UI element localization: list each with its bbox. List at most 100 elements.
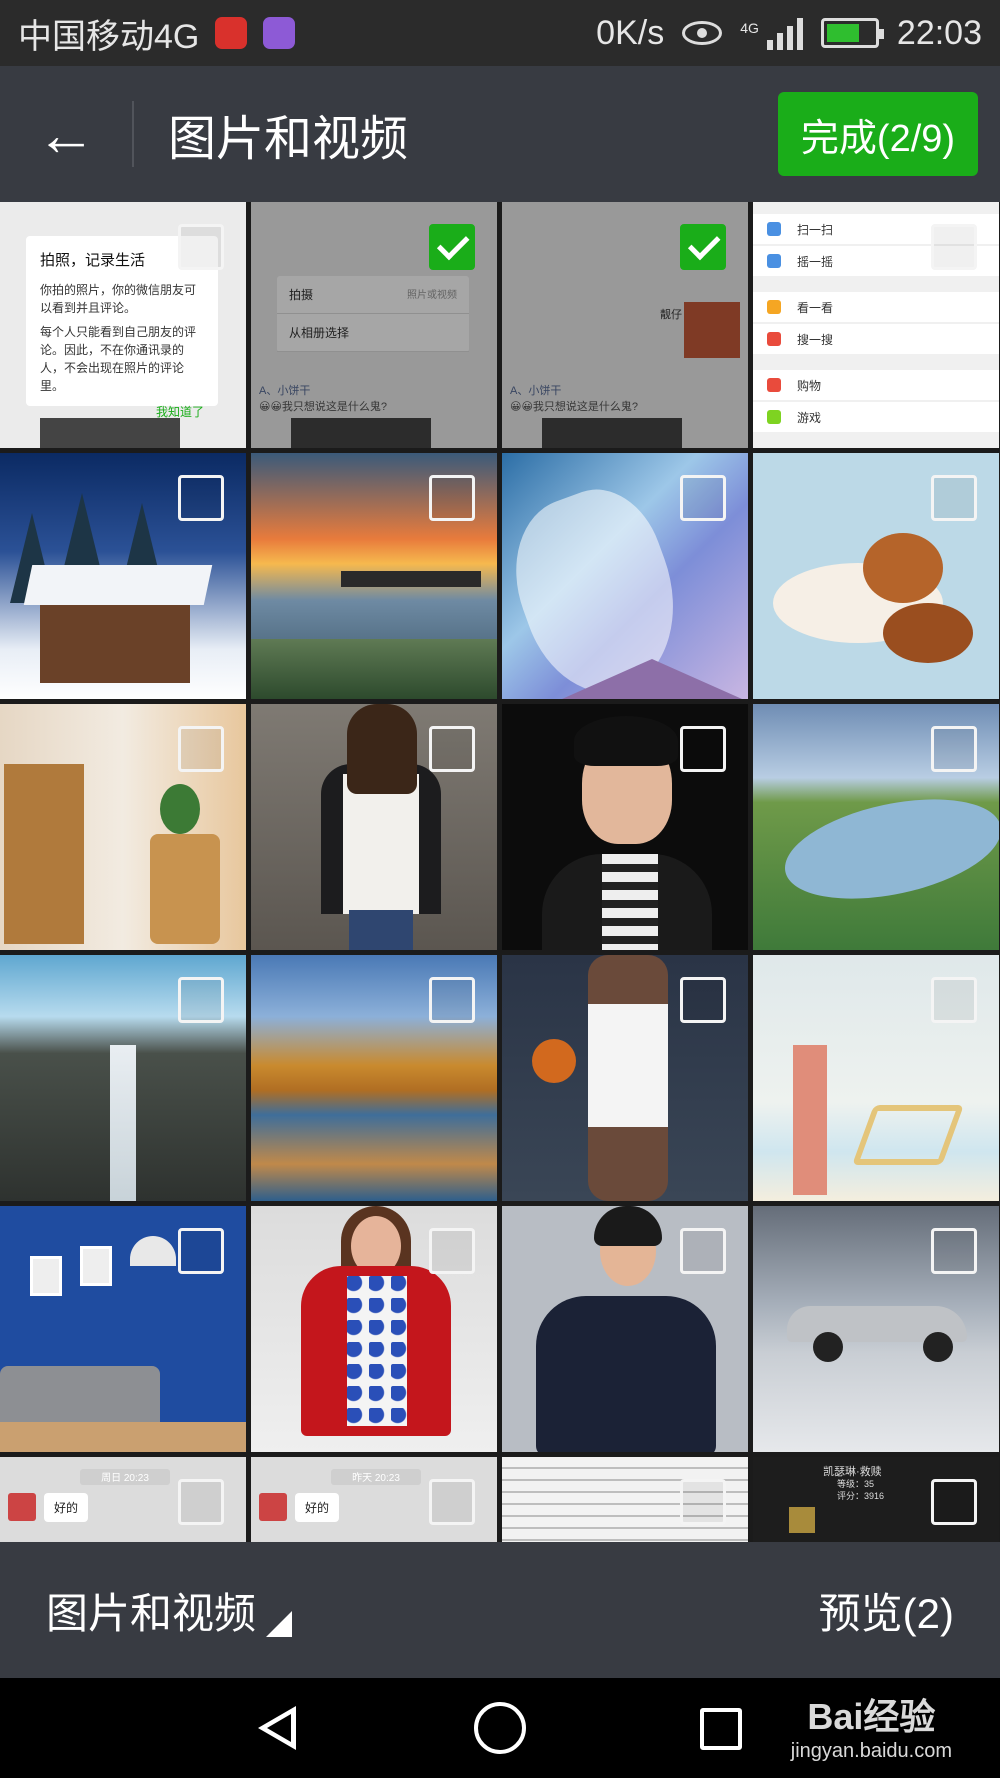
- photo-tile[interactable]: [251, 704, 497, 950]
- photo-tile[interactable]: [0, 453, 246, 699]
- photo-tile[interactable]: [502, 704, 748, 950]
- rocks: [251, 639, 497, 699]
- select-checkbox[interactable]: [931, 224, 977, 270]
- river: [776, 782, 999, 916]
- preview-button[interactable]: 预览(2): [819, 1580, 954, 1641]
- photo-tile[interactable]: 凯瑟琳·救赎 等级：35 评分：3916: [753, 1457, 999, 1542]
- floor: [0, 1422, 246, 1452]
- comment: A、小饼干 😀😀我只想说这是什么鬼?: [510, 382, 740, 414]
- striped-shirt: [602, 854, 658, 950]
- select-checkbox[interactable]: [680, 475, 726, 521]
- tip-text: 你拍的照片，你的微信朋友可以看到并且评论。: [40, 282, 197, 315]
- photo-tile[interactable]: [251, 1206, 497, 1452]
- select-checkbox[interactable]: [931, 1479, 977, 1525]
- nav-recents-icon[interactable]: [700, 1708, 742, 1750]
- wheel: [923, 1332, 953, 1362]
- menu-item: 看一看: [753, 292, 999, 322]
- sheet-hint: 照片或视频: [407, 290, 457, 301]
- select-checkbox[interactable]: [429, 1479, 475, 1525]
- avatar: [259, 1493, 287, 1521]
- select-checkbox[interactable]: [680, 1228, 726, 1274]
- avatar: [8, 1493, 36, 1521]
- photo-tile[interactable]: [502, 955, 748, 1201]
- album-selector[interactable]: 图片和视频: [46, 1580, 293, 1641]
- photo-tile[interactable]: [753, 1206, 999, 1452]
- jeans: [349, 910, 413, 950]
- dropdown-triangle-icon: [266, 1610, 293, 1637]
- select-checkbox[interactable]: [931, 726, 977, 772]
- cabin-roof: [23, 565, 213, 605]
- netease-music-icon: [215, 17, 248, 49]
- thumb-strip: [40, 418, 180, 448]
- album-label: 图片和视频: [46, 1589, 257, 1637]
- tip-text: 每个人只能看到自己朋友的评论。因此，不在你通讯录的人，不会出现在照片的评论里。: [40, 324, 197, 393]
- photo-tile[interactable]: 昨天 20:23 好的: [251, 1457, 497, 1542]
- select-checkbox[interactable]: [931, 1228, 977, 1274]
- photo-tile[interactable]: [0, 955, 246, 1201]
- select-checkbox[interactable]: [178, 977, 224, 1023]
- select-checkbox[interactable]: [931, 475, 977, 521]
- select-checkbox[interactable]: [178, 224, 224, 270]
- photo-tile[interactable]: [251, 453, 497, 699]
- game-card: [789, 1507, 815, 1533]
- chat-bubble: 好的: [44, 1493, 89, 1522]
- select-checkbox[interactable]: [178, 1228, 224, 1274]
- puppy: [863, 533, 943, 603]
- select-checkbox[interactable]: [178, 475, 224, 521]
- mountain: [562, 659, 742, 699]
- cabin: [40, 593, 190, 683]
- game-score: 评分：3916: [837, 1491, 885, 1501]
- photo-tile[interactable]: [753, 453, 999, 699]
- sweater: [343, 774, 419, 914]
- back-arrow-icon[interactable]: ←: [0, 66, 132, 202]
- network-type: 4G: [740, 19, 759, 36]
- select-checkbox[interactable]: [178, 726, 224, 772]
- lamp: [130, 1236, 176, 1266]
- photo-tile[interactable]: [0, 1206, 246, 1452]
- nav-home-icon[interactable]: [474, 1702, 526, 1754]
- select-checkbox[interactable]: [680, 726, 726, 772]
- signal-icon: [766, 16, 803, 50]
- photo-tile[interactable]: 拍照，记录生活 你拍的照片，你的微信朋友可以看到并且评论。 每个人只能看到自己朋…: [0, 202, 246, 448]
- footer-bar: 图片和视频 预览(2): [0, 1542, 1000, 1678]
- watermark-url: jingyan.baidu.com: [790, 1740, 952, 1762]
- nav-back-icon[interactable]: [258, 1706, 296, 1750]
- select-checkbox-checked[interactable]: [429, 224, 475, 270]
- photo-tile[interactable]: 周日 20:23 好的: [0, 1457, 246, 1542]
- photo-tile[interactable]: [753, 955, 999, 1201]
- hair: [594, 1206, 662, 1246]
- thumb-strip: [291, 418, 431, 448]
- photo-tile[interactable]: [251, 955, 497, 1201]
- select-checkbox[interactable]: [429, 726, 475, 772]
- photo-tile[interactable]: 扫一扫 摇一摇 看一看 搜一搜 购物 游戏: [753, 202, 999, 448]
- status-bar: 中国移动4G 0K/s 4G 22:03: [0, 0, 1000, 66]
- done-button[interactable]: 完成(2/9): [778, 92, 978, 176]
- photo-tile[interactable]: [502, 1206, 748, 1452]
- select-checkbox[interactable]: [429, 1228, 475, 1274]
- sheet-item: 从相册选择: [277, 314, 469, 352]
- select-checkbox[interactable]: [931, 977, 977, 1023]
- photo-tile[interactable]: [502, 1457, 748, 1542]
- select-checkbox[interactable]: [680, 977, 726, 1023]
- photo-tile[interactable]: [0, 704, 246, 950]
- hair: [574, 716, 678, 766]
- photo-tile[interactable]: 拍摄 照片或视频 从相册选择 A、小饼干 😀😀我只想说这是什么鬼?: [251, 202, 497, 448]
- photo-tile[interactable]: [753, 704, 999, 950]
- select-checkbox[interactable]: [429, 977, 475, 1023]
- net-speed: 0K/s: [596, 13, 665, 52]
- select-checkbox-checked[interactable]: [680, 224, 726, 270]
- beach-chair: [852, 1105, 964, 1165]
- system-nav-bar: Bai经验 jingyan.baidu.com: [0, 1678, 1000, 1778]
- page-title: 图片和视频: [168, 113, 409, 166]
- basketball: [532, 1039, 576, 1083]
- select-checkbox[interactable]: [429, 475, 475, 521]
- comment-name: A、小饼干: [510, 385, 562, 397]
- gallery-icon: [263, 17, 296, 49]
- photo-grid[interactable]: 拍照，记录生活 你拍的照片，你的微信朋友可以看到并且评论。 每个人只能看到自己朋…: [0, 202, 1000, 1542]
- waterfall: [110, 1045, 136, 1201]
- photo-tile[interactable]: 靓仔 A、小饼干 😀😀我只想说这是什么鬼?: [502, 202, 748, 448]
- select-checkbox[interactable]: [680, 1479, 726, 1525]
- photo-tile[interactable]: [502, 453, 748, 699]
- select-checkbox[interactable]: [178, 1479, 224, 1525]
- menu-item: 搜一搜: [753, 324, 999, 354]
